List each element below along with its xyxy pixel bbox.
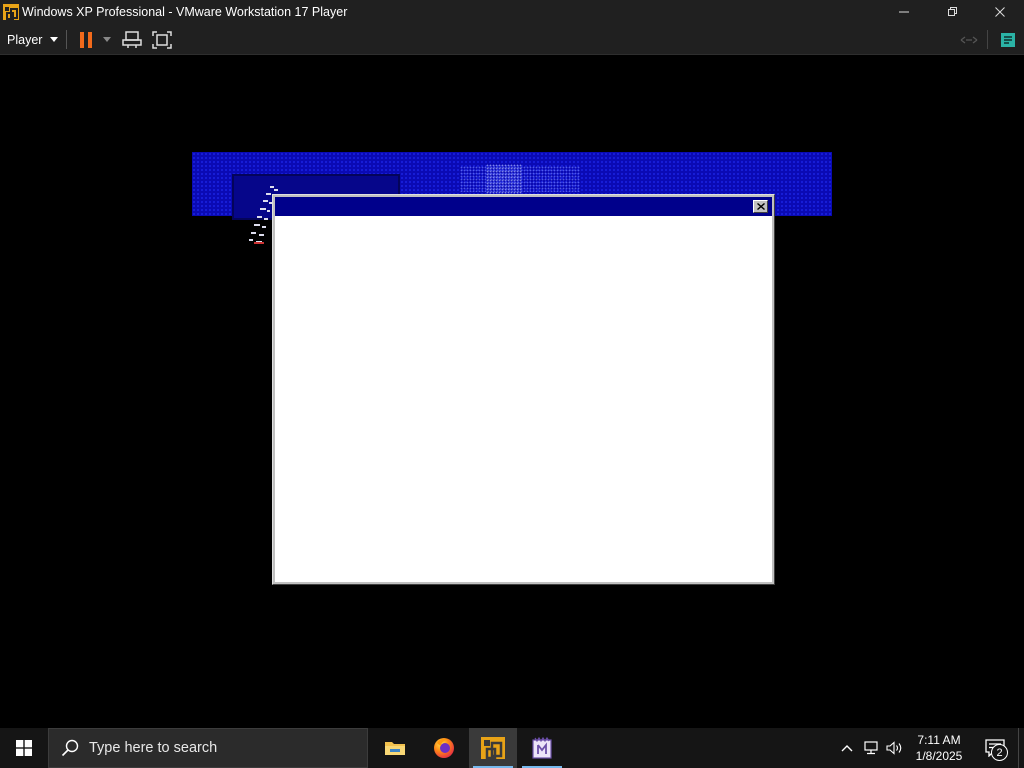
send-ctrl-alt-del-icon <box>122 30 142 48</box>
close-icon <box>756 203 765 210</box>
vmware-icon <box>481 737 505 759</box>
xp-dialog-body <box>275 216 772 582</box>
pause-icon <box>80 31 92 48</box>
taskbar-app-file-explorer[interactable] <box>371 728 419 768</box>
pause-button[interactable] <box>74 27 98 52</box>
xp-dialog-window[interactable] <box>272 194 775 585</box>
guest-vm-screen[interactable] <box>0 56 1024 728</box>
folder-icon <box>385 742 405 755</box>
close-icon <box>995 7 1005 17</box>
network-tray-button[interactable] <box>860 728 882 768</box>
volume-tray-button[interactable] <box>884 728 906 768</box>
show-desktop-button[interactable] <box>1018 728 1024 768</box>
xp-dialog-titlebar[interactable] <box>275 197 772 216</box>
windows-logo-icon <box>16 740 32 756</box>
toolbar-divider <box>66 30 67 49</box>
toolbar-divider-right <box>987 30 988 49</box>
unity-icon <box>960 35 978 44</box>
window-controls <box>880 0 1024 24</box>
volume-icon <box>886 741 902 755</box>
taskbar-clock[interactable]: 7:11 AM 1/8/2025 <box>906 728 972 768</box>
taskbar-search-box[interactable]: Type here to search <box>48 728 368 768</box>
notification-count-badge: 2 <box>991 744 1008 761</box>
installer-icon <box>532 737 552 759</box>
taskbar-app-vmware-player[interactable] <box>469 728 517 768</box>
clock-time: 7:11 AM <box>917 733 961 747</box>
vmware-logo-icon <box>3 4 19 20</box>
start-button[interactable] <box>0 728 48 768</box>
vmware-toolbar: Player <box>0 24 1024 55</box>
notes-icon <box>1001 32 1015 47</box>
xp-dither-patch-bright <box>486 164 522 194</box>
unity-button[interactable] <box>956 27 982 52</box>
chevron-down-icon <box>50 37 59 42</box>
minimize-icon <box>899 11 909 13</box>
search-placeholder: Type here to search <box>89 740 218 756</box>
player-menu-button[interactable]: Player <box>0 26 64 53</box>
power-options-dropdown[interactable] <box>100 27 114 52</box>
fullscreen-icon <box>152 30 172 49</box>
firefox-icon <box>434 738 454 758</box>
clock-date: 1/8/2025 <box>915 749 963 763</box>
restore-icon <box>948 7 957 16</box>
window-title: Windows XP Professional - VMware Worksta… <box>22 5 348 19</box>
search-icon <box>61 739 79 757</box>
taskbar-app-firefox[interactable] <box>420 728 468 768</box>
minimize-button[interactable] <box>880 0 928 24</box>
xp-dialog-close-button[interactable] <box>753 200 768 213</box>
taskbar-app-installer[interactable] <box>518 728 566 768</box>
close-button[interactable] <box>976 0 1024 24</box>
windows-taskbar: Type here to search 7:11 AM 1/8/2025 2 <box>0 728 1024 768</box>
player-menu-label: Player <box>7 32 43 47</box>
send-ctrl-alt-del-button[interactable] <box>120 27 144 52</box>
notes-button[interactable] <box>995 27 1021 52</box>
vmware-title-bar[interactable]: Windows XP Professional - VMware Worksta… <box>0 0 1024 24</box>
chevron-up-icon <box>841 745 853 752</box>
network-icon <box>864 741 878 755</box>
show-hidden-icons-button[interactable] <box>836 728 858 768</box>
fullscreen-button[interactable] <box>150 27 174 52</box>
restore-button[interactable] <box>928 0 976 24</box>
dropdown-arrow-icon <box>103 37 111 42</box>
